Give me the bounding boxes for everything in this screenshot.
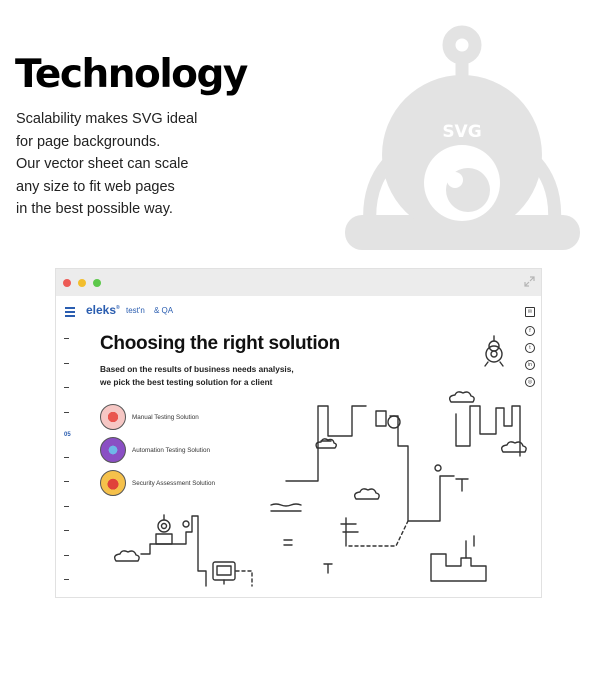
- hero-title: Technology: [15, 52, 248, 97]
- browser-viewport: eleks® test'n & QA 05 Choosing the right…: [56, 296, 541, 597]
- nav-item-active[interactable]: 05: [64, 432, 78, 453]
- page-subtitle: Based on the results of business needs a…: [100, 363, 294, 389]
- solution-label: Security Assessment Solution: [132, 480, 215, 487]
- manual-testing-icon: [100, 404, 126, 430]
- nav-item[interactable]: [64, 579, 78, 597]
- hero-line: any size to fit web pages: [16, 178, 175, 195]
- browser-window: eleks® test'n & QA 05 Choosing the right…: [55, 268, 542, 598]
- nav-item[interactable]: [64, 411, 78, 433]
- hero-line: in the best possible way.: [16, 201, 173, 217]
- maximize-window-button[interactable]: [93, 279, 101, 287]
- twitter-icon[interactable]: t: [525, 343, 535, 353]
- automation-testing-icon: [100, 437, 126, 463]
- nav-item[interactable]: [64, 554, 78, 576]
- nav-item[interactable]: [64, 362, 78, 384]
- browser-titlebar: [56, 269, 541, 296]
- logo-tagline: test'n: [126, 306, 145, 315]
- subtitle-line: we pick the best testing solution for a …: [100, 377, 273, 387]
- hero-description: Scalability makes SVG ideal for page bac…: [16, 108, 197, 221]
- solution-label: Manual Testing Solution: [132, 414, 199, 421]
- nav-item[interactable]: [64, 481, 78, 502]
- page-heading: Choosing the right solution: [100, 333, 340, 354]
- expand-icon[interactable]: [524, 276, 535, 287]
- menu-icon[interactable]: [65, 307, 75, 319]
- hero-line: Scalability makes SVG ideal: [16, 111, 198, 127]
- social-links: ✉ f t in ◎: [525, 307, 535, 394]
- subtitle-line: Based on the results of business needs a…: [100, 364, 294, 374]
- security-assessment-icon: [100, 470, 126, 496]
- dribbble-icon[interactable]: ◎: [525, 377, 535, 387]
- hero-line: Our vector sheet can scale: [16, 156, 189, 172]
- logo-text: eleks: [86, 303, 117, 317]
- facebook-icon[interactable]: f: [525, 326, 535, 336]
- linkedin-icon[interactable]: in: [525, 360, 535, 370]
- mail-icon[interactable]: ✉: [525, 307, 535, 317]
- logo-registered: ®: [116, 305, 120, 311]
- hero-line: for page backgrounds.: [16, 133, 161, 150]
- nav-item[interactable]: [64, 456, 78, 478]
- solution-label: Automation Testing Solution: [132, 447, 210, 454]
- eleks-logo[interactable]: eleks®: [86, 303, 120, 317]
- close-window-button[interactable]: [63, 279, 71, 287]
- logo-tagline-qa: & QA: [154, 306, 174, 315]
- section-nav: 05: [64, 334, 78, 597]
- nav-item[interactable]: [64, 530, 78, 551]
- robot-mascot-illustration: SVG: [345, 25, 580, 250]
- nav-item[interactable]: [64, 505, 78, 527]
- nav-item[interactable]: [64, 387, 78, 408]
- minimize-window-button[interactable]: [78, 279, 86, 287]
- nav-item[interactable]: [64, 338, 78, 359]
- mascot-badge-text: SVG: [442, 122, 481, 142]
